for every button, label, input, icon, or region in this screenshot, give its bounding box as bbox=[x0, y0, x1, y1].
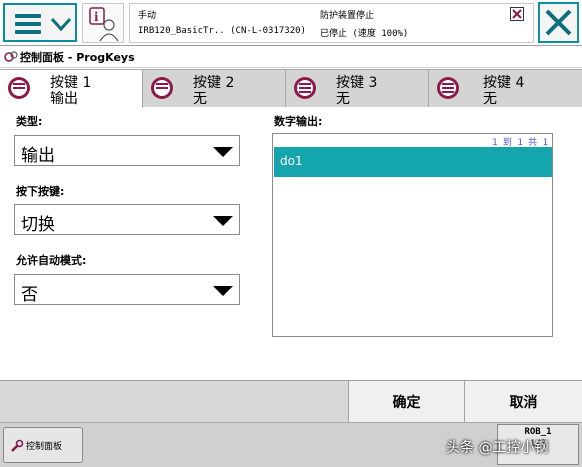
title-bar: 控制面板 - ProgKeys bbox=[0, 46, 582, 68]
dropdown-arrow-icon bbox=[213, 286, 233, 296]
ok-button[interactable]: 确定 bbox=[348, 381, 464, 423]
wrench-icon bbox=[11, 439, 24, 452]
controller-name: IRB120_BasicTr.. (CN-L-0317320) bbox=[138, 26, 306, 36]
type-label: 类型: bbox=[16, 115, 43, 128]
operating-mode: 手动 bbox=[138, 11, 157, 21]
safety-status: 防护装置停止 bbox=[320, 11, 375, 21]
key-icon bbox=[294, 77, 316, 99]
tab-key-3[interactable]: 按键 3 无 bbox=[286, 69, 429, 107]
minimize-icon[interactable] bbox=[510, 7, 524, 21]
cancel-button[interactable]: 取消 bbox=[464, 381, 582, 423]
controller-status-panel[interactable]: 手动 IRB120_BasicTr.. (CN-L-0317320) 防护装置停… bbox=[129, 3, 534, 43]
tab-key-value: 无 bbox=[193, 91, 207, 107]
digital-output-list[interactable]: 1 到 1 共 1 do1 bbox=[272, 133, 553, 337]
key-icon bbox=[151, 77, 173, 99]
control-panel-icon bbox=[4, 51, 18, 62]
list-item-label: do1 bbox=[280, 154, 303, 168]
mechanical-unit: ROB_1 bbox=[524, 427, 552, 437]
type-value: 输出 bbox=[21, 146, 55, 166]
page-title: 控制面板 - ProgKeys bbox=[20, 51, 135, 64]
chevron-down-icon bbox=[50, 17, 72, 32]
menu-icon bbox=[15, 14, 41, 34]
dropdown-arrow-icon bbox=[213, 147, 233, 157]
press-key-select[interactable]: 切换 bbox=[14, 204, 240, 235]
ok-button-label: 确定 bbox=[392, 395, 421, 411]
dropdown-arrow-icon bbox=[213, 216, 233, 226]
list-item[interactable]: do1 bbox=[274, 147, 552, 177]
watermark: 头条 @工控小钢 bbox=[446, 440, 549, 456]
svg-text:i: i bbox=[94, 10, 99, 24]
digital-output-label: 数字输出: bbox=[274, 115, 323, 128]
taskbar-control-panel-label: 控制面板 bbox=[26, 442, 63, 452]
main-menu-button[interactable] bbox=[3, 3, 77, 42]
type-select[interactable]: 输出 bbox=[14, 135, 240, 166]
close-button[interactable] bbox=[538, 2, 579, 43]
key-icon bbox=[8, 77, 30, 99]
operator-info-icon: i bbox=[89, 7, 119, 42]
command-bar: 确定 取消 bbox=[0, 380, 582, 423]
tab-key-value: 输出 bbox=[50, 91, 78, 107]
close-icon bbox=[545, 9, 572, 36]
tab-key-1[interactable]: 按键 1 输出 bbox=[0, 69, 143, 108]
auto-mode-value: 否 bbox=[21, 285, 38, 305]
auto-mode-select[interactable]: 否 bbox=[14, 274, 240, 305]
operator-status-button[interactable]: i bbox=[82, 3, 124, 43]
auto-mode-label: 允许自动模式: bbox=[16, 254, 87, 267]
key-icon bbox=[437, 77, 459, 99]
tab-key-4[interactable]: 按键 4 无 bbox=[429, 69, 582, 107]
tab-key-2[interactable]: 按键 2 无 bbox=[143, 69, 286, 107]
taskbar-control-panel[interactable]: 控制面板 bbox=[3, 427, 83, 463]
key-tabs: 按键 1 输出 按键 2 无 按键 3 无 按键 4 无 bbox=[0, 69, 582, 108]
tab-key-value: 无 bbox=[336, 91, 350, 107]
press-key-label: 按下按键: bbox=[16, 185, 65, 198]
press-key-value: 切换 bbox=[21, 215, 55, 235]
tab-key-value: 无 bbox=[483, 91, 497, 107]
cancel-button-label: 取消 bbox=[509, 395, 538, 411]
program-state: 已停止 (速度 100%) bbox=[320, 29, 409, 39]
